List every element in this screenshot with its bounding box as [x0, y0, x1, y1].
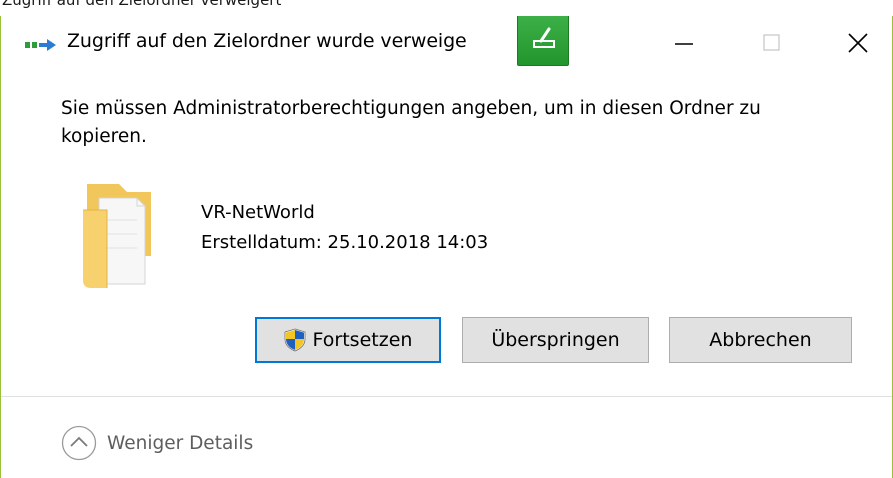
skip-button[interactable]: Überspringen	[462, 317, 649, 363]
continue-button[interactable]: Fortsetzen	[255, 317, 441, 363]
dialog-title: Zugriff auf den Zielordner wurde verweig…	[67, 30, 467, 52]
title-bar[interactable]: Zugriff auf den Zielordner wurde verweig…	[1, 16, 892, 72]
date-label: Erstelldatum:	[201, 232, 322, 253]
uac-shield-icon	[284, 328, 305, 352]
background-window-fragment: Zugriff auf den Zielordner verweigert	[0, 0, 893, 16]
background-window-title: Zugriff auf den Zielordner verweigert	[2, 0, 282, 9]
maximize-button[interactable]	[749, 16, 795, 68]
access-denied-dialog: Zugriff auf den Zielordner wurde verweig…	[0, 16, 893, 478]
tool-icon	[533, 27, 555, 48]
fewer-details-toggle[interactable]: Weniger Details	[61, 425, 253, 461]
dialog-footer: Weniger Details	[1, 396, 892, 478]
skip-label: Überspringen	[491, 329, 620, 351]
date-value: 25.10.2018 14:03	[327, 232, 489, 253]
chevron-up-circle-icon	[61, 425, 97, 461]
cancel-button[interactable]: Abbrechen	[669, 317, 852, 363]
continue-label: Fortsetzen	[312, 329, 413, 351]
cancel-label: Abbrechen	[709, 329, 812, 351]
file-name: VR-NetWorld	[201, 202, 315, 223]
file-created-date: Erstelldatum: 25.10.2018 14:03	[201, 232, 488, 253]
maximize-icon	[763, 34, 780, 51]
folder-icon	[79, 176, 159, 291]
minimize-icon	[675, 43, 693, 45]
copy-arrow-icon	[25, 38, 57, 54]
fewer-details-label: Weniger Details	[107, 432, 254, 454]
overlay-tool-button[interactable]	[517, 16, 569, 66]
admin-permission-message: Sie müssen Administratorberechtigungen a…	[61, 98, 761, 147]
close-button[interactable]	[835, 16, 881, 68]
minimize-button[interactable]	[661, 16, 707, 68]
close-icon	[848, 33, 868, 53]
